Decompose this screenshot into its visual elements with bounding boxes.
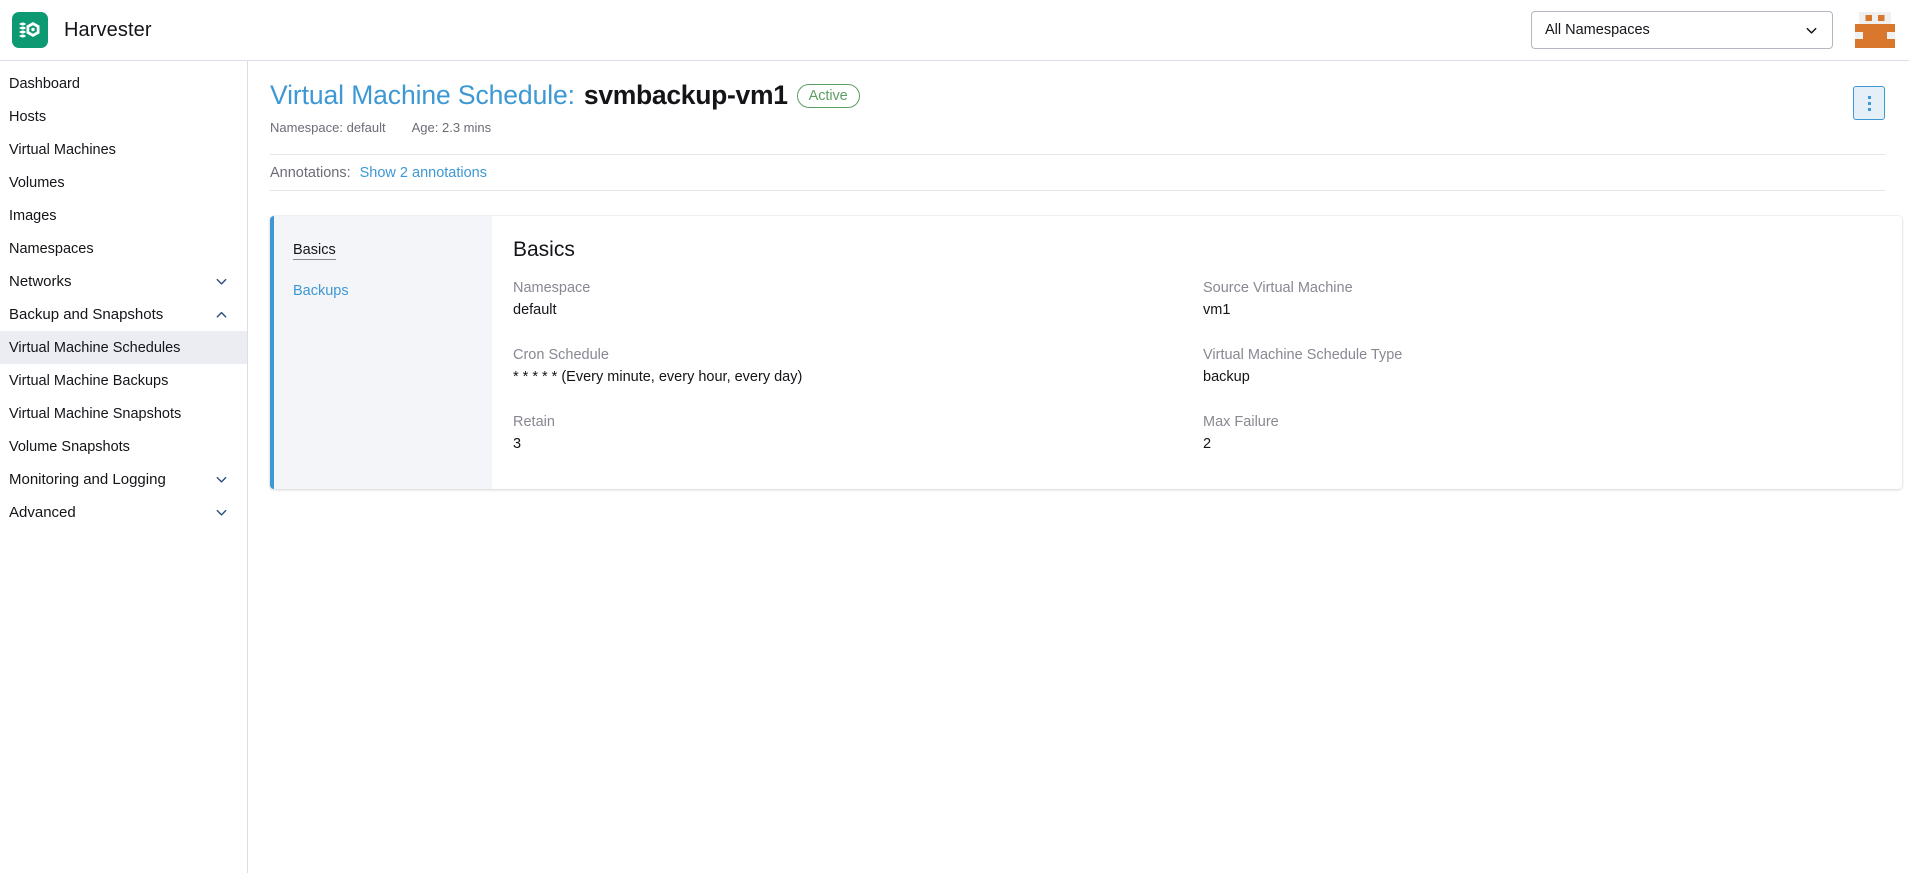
main-content: Virtual Machine Schedule: svmbackup-vm1 … bbox=[249, 61, 1909, 873]
sidebar-item-virtual-machine-snapshots[interactable]: Virtual Machine Snapshots bbox=[0, 397, 247, 430]
sidebar-item-label: Images bbox=[9, 208, 57, 224]
field-retain: Retain 3 bbox=[513, 414, 1203, 453]
field-namespace: Namespace default bbox=[513, 280, 1203, 319]
sidebar-item-virtual-machine-schedules[interactable]: Virtual Machine Schedules bbox=[0, 331, 247, 364]
tab-basics[interactable]: Basics bbox=[274, 231, 492, 271]
status-badge: Active bbox=[797, 84, 860, 108]
harvester-logo-icon bbox=[12, 12, 48, 48]
sidebar-group-backup-and-snapshots[interactable]: Backup and Snapshots bbox=[0, 298, 247, 331]
fields-grid: Namespace default Source Virtual Machine… bbox=[513, 280, 1902, 453]
sidebar-item-label: Virtual Machine Schedules bbox=[9, 340, 180, 356]
page-title-prefix[interactable]: Virtual Machine Schedule: bbox=[270, 79, 575, 111]
field-label: Namespace bbox=[513, 280, 1203, 297]
sidebar-item-label: Virtual Machine Snapshots bbox=[9, 406, 181, 422]
namespace-selector-value: All Namespaces bbox=[1545, 22, 1650, 38]
brand[interactable]: Harvester bbox=[12, 12, 152, 48]
sidebar-item-label: Backup and Snapshots bbox=[9, 306, 163, 323]
chevron-down-icon bbox=[1804, 23, 1819, 38]
sidebar-item-label: Volumes bbox=[9, 175, 65, 191]
tab-rail: Basics Backups bbox=[270, 216, 492, 489]
sidebar-nav: Dashboard Hosts Virtual Machines Volumes… bbox=[0, 61, 248, 873]
page-title: Virtual Machine Schedule: svmbackup-vm1 … bbox=[270, 79, 1853, 111]
field-value: vm1 bbox=[1203, 301, 1902, 319]
field-virtual-machine-schedule-type: Virtual Machine Schedule Type backup bbox=[1203, 347, 1902, 386]
title-row: Virtual Machine Schedule: svmbackup-vm1 … bbox=[270, 79, 1885, 135]
sidebar-item-namespaces[interactable]: Namespaces bbox=[0, 232, 247, 265]
field-label: Max Failure bbox=[1203, 414, 1902, 431]
tab-label: Basics bbox=[293, 242, 336, 260]
field-cron-schedule: Cron Schedule * * * * * (Every minute, e… bbox=[513, 347, 1203, 386]
sidebar-item-label: Dashboard bbox=[9, 76, 80, 92]
namespace-meta: Namespace: default bbox=[270, 120, 386, 135]
sidebar-item-label: Networks bbox=[9, 273, 72, 290]
resource-meta: Namespace: default Age: 2.3 mins bbox=[270, 120, 1853, 135]
chevron-down-icon bbox=[214, 274, 229, 289]
sidebar-group-monitoring-and-logging[interactable]: Monitoring and Logging bbox=[0, 463, 247, 496]
field-label: Retain bbox=[513, 414, 1203, 431]
sidebar-item-hosts[interactable]: Hosts bbox=[0, 100, 247, 133]
field-label: Virtual Machine Schedule Type bbox=[1203, 347, 1902, 364]
title-block: Virtual Machine Schedule: svmbackup-vm1 … bbox=[270, 79, 1853, 135]
annotations-label: Annotations: bbox=[270, 165, 351, 181]
brand-name: Harvester bbox=[64, 19, 152, 42]
sidebar-item-label: Volume Snapshots bbox=[9, 439, 130, 455]
sidebar-item-virtual-machines[interactable]: Virtual Machines bbox=[0, 133, 247, 166]
field-label: Cron Schedule bbox=[513, 347, 1203, 364]
tab-panel-basics: Basics Namespace default Source Virtual … bbox=[492, 216, 1902, 489]
sidebar-item-label: Namespaces bbox=[9, 241, 94, 257]
field-value: default bbox=[513, 301, 1203, 319]
age-meta: Age: 2.3 mins bbox=[412, 120, 492, 135]
chevron-up-icon bbox=[214, 307, 229, 322]
user-avatar-icon[interactable] bbox=[1855, 12, 1895, 48]
field-source-virtual-machine: Source Virtual Machine vm1 bbox=[1203, 280, 1902, 319]
namespace-selector[interactable]: All Namespaces bbox=[1531, 11, 1833, 49]
sidebar-group-networks[interactable]: Networks bbox=[0, 265, 247, 298]
sidebar-item-label: Hosts bbox=[9, 109, 46, 125]
annotations-row: Annotations: Show 2 annotations bbox=[270, 154, 1885, 191]
field-max-failure: Max Failure 2 bbox=[1203, 414, 1902, 453]
tab-backups[interactable]: Backups bbox=[274, 271, 492, 311]
sidebar-item-label: Virtual Machine Backups bbox=[9, 373, 168, 389]
page-title-name: svmbackup-vm1 bbox=[584, 79, 788, 111]
sidebar-item-dashboard[interactable]: Dashboard bbox=[0, 67, 247, 100]
sidebar-item-virtual-machine-backups[interactable]: Virtual Machine Backups bbox=[0, 364, 247, 397]
sidebar-item-images[interactable]: Images bbox=[0, 199, 247, 232]
field-value: 2 bbox=[1203, 435, 1902, 453]
header-right: All Namespaces bbox=[1531, 11, 1895, 49]
tab-label: Backups bbox=[293, 283, 349, 299]
kebab-menu-icon bbox=[1868, 94, 1871, 112]
field-label: Source Virtual Machine bbox=[1203, 280, 1902, 297]
field-value: 3 bbox=[513, 435, 1203, 453]
detail-card: Basics Backups Basics Namespace default … bbox=[270, 216, 1902, 489]
actions-menu-button[interactable] bbox=[1853, 86, 1885, 120]
sidebar-item-volume-snapshots[interactable]: Volume Snapshots bbox=[0, 430, 247, 463]
top-header: Harvester All Namespaces bbox=[0, 0, 1909, 61]
chevron-down-icon bbox=[214, 472, 229, 487]
field-value: backup bbox=[1203, 368, 1902, 386]
sidebar-item-volumes[interactable]: Volumes bbox=[0, 166, 247, 199]
panel-title: Basics bbox=[513, 238, 1902, 262]
sidebar-item-label: Monitoring and Logging bbox=[9, 471, 166, 488]
field-value: * * * * * (Every minute, every hour, eve… bbox=[513, 368, 1203, 386]
sidebar-item-label: Virtual Machines bbox=[9, 142, 116, 158]
show-annotations-link[interactable]: Show 2 annotations bbox=[360, 165, 487, 181]
chevron-down-icon bbox=[214, 505, 229, 520]
sidebar-item-label: Advanced bbox=[9, 504, 76, 521]
sidebar-group-advanced[interactable]: Advanced bbox=[0, 496, 247, 529]
